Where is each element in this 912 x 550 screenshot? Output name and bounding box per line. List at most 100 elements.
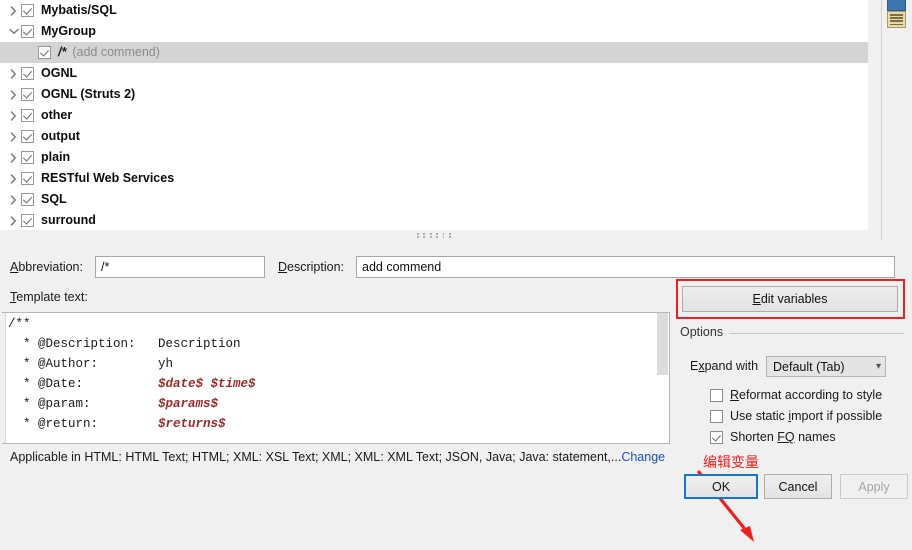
tree-row-checkbox[interactable] [21, 67, 34, 80]
tree-row-checkbox[interactable] [21, 214, 34, 227]
option-checkbox[interactable] [710, 409, 723, 423]
option-checkbox[interactable] [710, 430, 723, 444]
applicable-text: Applicable in HTML: HTML Text; HTML; XML… [10, 450, 622, 464]
option-checkbox-row[interactable]: Reformat according to style [710, 388, 882, 402]
chevron-right-icon[interactable] [6, 68, 21, 79]
option-checkbox-label: Shorten FQ names [730, 430, 836, 444]
template-text-content[interactable]: /** * @Description: Description * @Autho… [8, 314, 256, 434]
template-text-label: Template text: [10, 290, 88, 304]
option-label-pre: Use static [730, 409, 789, 423]
expand-with-select[interactable]: Default (Tab) ▾ [766, 356, 886, 377]
template-line: * @Description: Description [8, 334, 256, 354]
tree-row-checkbox[interactable] [38, 46, 51, 59]
template-literal: * @Description: Description [8, 337, 241, 351]
tree-row-ognl-struts-2[interactable]: OGNL (Struts 2) [0, 84, 868, 105]
editor-scrollbar-thumb[interactable] [657, 313, 668, 375]
template-text-editor[interactable]: /** * @Description: Description * @Autho… [2, 312, 670, 444]
window-icon[interactable] [887, 0, 906, 11]
template-line: * @Date: $date$ $time$ [8, 374, 256, 394]
option-label-post: eformat according to style [739, 388, 883, 402]
edit-variables-button[interactable]: Edit variables [682, 286, 898, 312]
apply-button: Apply [840, 474, 908, 499]
tree-row-mybatis-sql[interactable]: Mybatis/SQL [0, 0, 868, 21]
tree-row-label: surround [41, 213, 96, 227]
chevron-right-icon[interactable] [6, 5, 21, 16]
tree-row-checkbox[interactable] [21, 151, 34, 164]
description-input[interactable] [356, 256, 895, 278]
tree-row-label: Mybatis/SQL [41, 3, 117, 17]
dialog-button-bar: OK Cancel Apply [0, 470, 912, 503]
tree-row-restful-web-services[interactable]: RESTful Web Services [0, 168, 868, 189]
option-checkbox-label: Reformat according to style [730, 388, 882, 402]
panel-splitter[interactable] [0, 230, 868, 240]
template-line: * @return: $returns$ [8, 414, 256, 434]
tree-row-label: OGNL (Struts 2) [41, 87, 136, 101]
tree-row-output[interactable]: output [0, 126, 868, 147]
splitter-grip-dots [417, 233, 451, 238]
ok-button[interactable]: OK [684, 474, 758, 499]
tree-row-[interactable]: /* (add commend) [0, 42, 868, 63]
options-group-rule [728, 333, 904, 334]
template-literal: * @return: [8, 417, 159, 431]
chevron-right-icon[interactable] [6, 152, 21, 163]
tree-row-ognl[interactable]: OGNL [0, 63, 868, 84]
tree-row-label: plain [41, 150, 71, 164]
tree-row-label: SQL [41, 192, 67, 206]
description-label: Description: [278, 260, 345, 274]
chevron-down-icon: ▾ [875, 361, 881, 372]
editor-vertical-scrollbar[interactable] [656, 313, 669, 443]
tree-row-other[interactable]: other [0, 105, 868, 126]
option-checkbox-label: Use static import if possible [730, 409, 882, 423]
template-variable: $params$ [158, 397, 219, 411]
abbreviation-input[interactable] [95, 256, 265, 278]
right-tool-strip [881, 0, 912, 240]
template-variable: $date$ $time$ [158, 377, 256, 391]
option-label-mnemonic: R [730, 388, 740, 402]
chevron-right-icon[interactable] [6, 194, 21, 205]
applicable-context-line: Applicable in HTML: HTML Text; HTML; XML… [10, 450, 665, 464]
template-literal: /** [8, 317, 31, 331]
option-label-post: names [794, 430, 836, 444]
change-context-link[interactable]: Change [621, 450, 665, 464]
option-checkbox-row[interactable]: Shorten FQ names [710, 430, 836, 444]
chevron-right-icon[interactable] [6, 89, 21, 100]
chevron-right-icon[interactable] [6, 131, 21, 142]
tree-row-checkbox[interactable] [21, 25, 34, 38]
tree-row-mygroup[interactable]: MyGroup [0, 21, 868, 42]
option-checkbox[interactable] [710, 388, 723, 402]
template-line: /** [8, 314, 256, 334]
cancel-button[interactable]: Cancel [764, 474, 832, 499]
tree-row-checkbox[interactable] [21, 193, 34, 206]
option-label-mnemonic: FQ [777, 430, 795, 444]
tree-row-label: OGNL [41, 66, 78, 80]
annotation-label: 编辑变量 [703, 455, 759, 471]
tree-row-description: (add commend) [72, 45, 160, 59]
tree-row-label: output [41, 129, 80, 143]
options-legend: Options [680, 325, 730, 339]
template-variable: $returns$ [158, 417, 226, 431]
tree-row-checkbox[interactable] [21, 130, 34, 143]
tree-row-checkbox[interactable] [21, 4, 34, 17]
chevron-right-icon[interactable] [6, 215, 21, 226]
chevron-down-icon[interactable] [6, 28, 21, 35]
tree-row-sql[interactable]: SQL [0, 189, 868, 210]
template-form: Abbreviation: Description: Template text… [0, 240, 912, 542]
options-group: Options Ex pand with Default (Tab) ▾ Refo… [676, 325, 908, 444]
tree-row-checkbox[interactable] [21, 172, 34, 185]
document-lines-icon[interactable] [887, 11, 906, 28]
chevron-right-icon[interactable] [6, 173, 21, 184]
edit-live-template-dialog: Mybatis/SQL MyGroup /* (add commend) OGNL OGN… [0, 0, 912, 542]
tree-row-plain[interactable]: plain [0, 147, 868, 168]
tree-row-checkbox[interactable] [21, 109, 34, 122]
template-line: * @param: $params$ [8, 394, 256, 414]
template-literal: * @Date: [8, 377, 159, 391]
chevron-right-icon[interactable] [6, 110, 21, 121]
abbreviation-label: Abbreviation: [10, 260, 83, 274]
option-checkbox-row[interactable]: Use static import if possible [710, 409, 882, 423]
template-group-tree[interactable]: Mybatis/SQL MyGroup /* (add commend) OGNL OGN… [0, 0, 868, 231]
option-label-pre: Shorten [730, 430, 778, 444]
tree-row-checkbox[interactable] [21, 88, 34, 101]
tree-row-label: /* [58, 45, 67, 59]
tree-row-surround[interactable]: surround [0, 210, 868, 230]
option-label-post: mport if possible [791, 409, 883, 423]
